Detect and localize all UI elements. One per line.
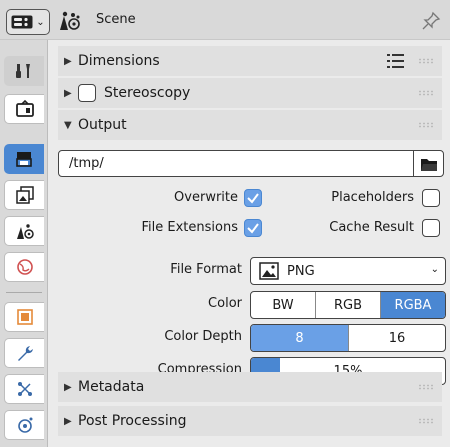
list-icon[interactable] xyxy=(386,52,406,70)
drag-grip-icon[interactable] xyxy=(418,384,434,390)
color-depth-selector: 8 16 xyxy=(250,324,446,352)
image-icon xyxy=(259,262,279,280)
output-path-field[interactable]: /tmp/ xyxy=(58,150,444,177)
tab-modifiers[interactable] xyxy=(4,338,44,368)
output-path-value: /tmp/ xyxy=(69,156,104,171)
placeholders-label: Placeholders xyxy=(331,190,414,205)
output-panel-body: /tmp/ Overwrite Placeholders File Extens… xyxy=(58,142,446,385)
panel-title: Output xyxy=(78,117,127,133)
tab-separator xyxy=(6,292,42,293)
overwrite-checkbox[interactable] xyxy=(244,189,262,207)
tab-scene[interactable] xyxy=(4,216,44,246)
drag-grip-icon[interactable] xyxy=(418,418,434,424)
drag-grip-icon[interactable] xyxy=(418,90,434,96)
color-option-rgb[interactable]: RGB xyxy=(316,292,381,318)
color-option-rgba[interactable]: RGBA xyxy=(381,292,445,318)
wrench-icon xyxy=(17,346,33,361)
panel-output[interactable]: ▼ Output xyxy=(58,110,442,140)
panel-title: Post Processing xyxy=(78,413,187,429)
checkmark-icon xyxy=(247,223,259,234)
panel-metadata[interactable]: ▶ Metadata xyxy=(58,372,442,402)
color-option-bw[interactable]: BW xyxy=(251,292,316,318)
properties-editor: ⌄ Scene ▶ Dimensions ▶ Stereoscopy ▼ Out… xyxy=(0,0,450,447)
collapsed-triangle-icon: ▶ xyxy=(64,415,72,427)
tab-world[interactable] xyxy=(4,252,44,282)
world-icon xyxy=(16,259,33,275)
tab-view-layer[interactable] xyxy=(4,180,44,210)
output-icon xyxy=(16,152,32,167)
scene-label: Scene xyxy=(96,12,136,27)
tab-object[interactable] xyxy=(4,302,44,332)
drag-grip-icon[interactable] xyxy=(418,122,434,128)
collapsed-triangle-icon: ▶ xyxy=(64,55,72,67)
file-format-label: File Format xyxy=(170,262,242,277)
checkmark-icon xyxy=(247,193,259,204)
tab-physics[interactable] xyxy=(4,410,44,440)
collapsed-triangle-icon: ▶ xyxy=(64,87,72,99)
drag-grip-icon[interactable] xyxy=(418,58,434,64)
properties-area: ▶ Dimensions ▶ Stereoscopy ▼ Output /tmp… xyxy=(48,40,450,447)
chevron-down-icon: ⌄ xyxy=(36,16,45,28)
tab-render[interactable] xyxy=(4,94,44,124)
tab-tool[interactable] xyxy=(4,56,44,86)
pin-icon[interactable] xyxy=(420,10,442,32)
property-tabs xyxy=(0,40,48,447)
collapsed-triangle-icon: ▶ xyxy=(64,381,72,393)
browse-folder-button[interactable] xyxy=(413,151,443,176)
color-depth-option-8[interactable]: 8 xyxy=(251,325,349,351)
tab-particles[interactable] xyxy=(4,374,44,404)
color-label: Color xyxy=(208,296,242,311)
color-depth-option-16[interactable]: 16 xyxy=(349,325,445,351)
file-format-value: PNG xyxy=(287,263,315,279)
tab-output[interactable] xyxy=(4,144,44,174)
cache-result-checkbox[interactable] xyxy=(422,219,440,237)
panel-title: Dimensions xyxy=(78,53,160,69)
chevron-down-icon: ⌄ xyxy=(430,264,439,275)
panel-stereoscopy[interactable]: ▶ Stereoscopy xyxy=(58,78,442,108)
panel-dimensions[interactable]: ▶ Dimensions xyxy=(58,46,442,76)
cache-result-label: Cache Result xyxy=(329,220,414,235)
panel-title: Metadata xyxy=(78,379,145,395)
editor-header: ⌄ Scene xyxy=(0,0,450,40)
scene-icon xyxy=(16,224,34,239)
physics-icon xyxy=(17,417,32,433)
stereoscopy-checkbox[interactable] xyxy=(78,84,96,102)
file-extensions-label: File Extensions xyxy=(141,220,238,235)
color-mode-selector: BW RGB RGBA xyxy=(250,291,446,319)
render-icon xyxy=(15,99,34,117)
editor-type-button[interactable]: ⌄ xyxy=(6,9,50,35)
placeholders-checkbox[interactable] xyxy=(422,189,440,207)
editor-type-icon xyxy=(11,15,33,29)
color-depth-label: Color Depth xyxy=(164,329,242,344)
scene-icon xyxy=(60,11,80,30)
file-format-dropdown[interactable]: PNG ⌄ xyxy=(250,257,446,285)
panel-post-processing[interactable]: ▶ Post Processing xyxy=(58,406,442,436)
particles-icon xyxy=(17,382,32,396)
object-icon xyxy=(16,309,33,325)
view-layer-icon xyxy=(15,186,34,204)
expanded-triangle-icon: ▼ xyxy=(64,119,72,131)
file-extensions-checkbox[interactable] xyxy=(244,219,262,237)
folder-icon xyxy=(420,158,437,171)
panel-title: Stereoscopy xyxy=(104,85,191,101)
tool-icon xyxy=(16,64,30,78)
overwrite-label: Overwrite xyxy=(174,190,238,205)
